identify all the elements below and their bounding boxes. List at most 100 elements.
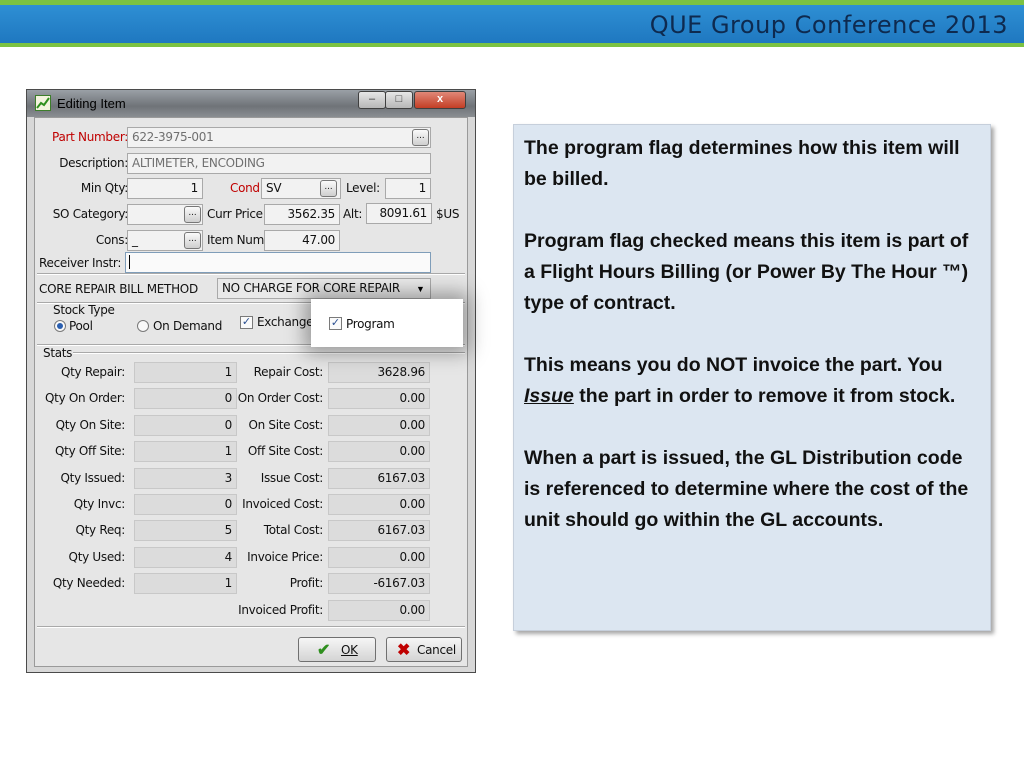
stat-value: 6167.03 <box>328 468 430 489</box>
curr-price-label: Curr Price: <box>207 207 267 221</box>
alt-price-field[interactable]: 8091.61 <box>366 203 432 224</box>
stat-value: 1 <box>134 362 237 383</box>
on-demand-radio[interactable] <box>137 320 149 332</box>
min-qty-field[interactable]: 1 <box>127 178 203 199</box>
stat-label: Qty On Site: <box>55 418 126 432</box>
checkmark-icon: ✔ <box>317 642 331 659</box>
part-number-field[interactable]: 622-3975-001 <box>127 127 431 148</box>
separator <box>37 273 465 275</box>
so-category-lookup-button[interactable]: ... <box>184 206 201 223</box>
level-label: Level: <box>346 181 380 195</box>
slide-header: QUE Group Conference 2013 <box>0 5 1024 47</box>
stat-label: Issue Cost: <box>260 471 324 485</box>
item-num-field[interactable]: 47.00 <box>264 230 340 251</box>
stat-label: Qty Req: <box>75 523 125 537</box>
note-paragraph: Program flag checked means this item is … <box>524 230 969 314</box>
stat-value: 0.00 <box>328 494 430 515</box>
core-repair-select[interactable]: NO CHARGE FOR CORE REPAIR <box>217 278 431 299</box>
stat-label: Invoice Price: <box>247 550 323 564</box>
currency-label: $US <box>436 207 460 221</box>
stat-value: 6167.03 <box>328 520 430 541</box>
receiver-instr-label: Receiver Instr: <box>39 256 122 270</box>
stat-label: Qty On Order: <box>45 391 125 405</box>
window-title: Editing Item <box>57 96 126 111</box>
stat-label: Invoiced Cost: <box>242 497 323 511</box>
stat-value: 0.00 <box>328 547 430 568</box>
cons-lookup-button[interactable]: ... <box>184 232 201 249</box>
item-num-label: Item Num: <box>207 233 268 247</box>
stock-type-label: Stock Type <box>53 303 115 317</box>
exchange-checkbox[interactable]: ✓ <box>240 316 253 329</box>
stat-value: -6167.03 <box>328 573 430 594</box>
maximize-button[interactable]: □ <box>385 91 413 109</box>
ok-button[interactable]: ✔ OK <box>298 637 376 662</box>
receiver-instr-field[interactable] <box>125 252 431 273</box>
program-callout: ✓ Program <box>311 299 463 347</box>
stat-label: Qty Invc: <box>73 497 126 511</box>
stat-label: Qty Used: <box>68 550 126 564</box>
stat-value: 0.00 <box>328 441 430 462</box>
stat-value: 1 <box>134 441 237 462</box>
stat-label: Invoiced Profit: <box>238 603 323 617</box>
cond-label: Cond: <box>230 181 264 195</box>
stat-label: Qty Needed: <box>52 576 125 590</box>
stat-value: 3628.96 <box>328 362 430 383</box>
window-titlebar[interactable]: Editing Item – □ x <box>27 90 475 117</box>
description-label: Description: <box>59 156 128 170</box>
cancel-button[interactable]: ✖ Cancel <box>386 637 462 662</box>
note-paragraph: This means you do NOT invoice the part. … <box>524 350 978 412</box>
stat-label: Qty Repair: <box>60 365 125 379</box>
core-repair-value: NO CHARGE FOR CORE REPAIR <box>222 281 400 295</box>
stat-label: Profit: <box>289 576 324 590</box>
text-cursor <box>129 255 130 269</box>
stat-value: 0 <box>134 415 237 436</box>
stat-value: 0 <box>134 494 237 515</box>
separator <box>37 626 465 628</box>
stat-value: 4 <box>134 547 237 568</box>
stats-label: Stats <box>43 346 73 360</box>
alt-label: Alt: <box>343 207 363 221</box>
editing-item-window: Editing Item – □ x Part Number: 622-3975… <box>26 89 476 673</box>
min-qty-label: Min Qty: <box>80 181 128 195</box>
x-icon: ✖ <box>397 642 411 659</box>
stat-value: 0.00 <box>328 600 430 621</box>
minimize-button[interactable]: – <box>358 91 386 109</box>
notes-panel: The program flag determines how this ite… <box>513 124 991 631</box>
exchange-label: Exchange <box>257 315 314 329</box>
part-number-lookup-button[interactable]: ... <box>412 129 429 146</box>
close-button[interactable]: x <box>414 91 466 109</box>
stat-label: Off Site Cost: <box>247 444 323 458</box>
issue-emphasis: Issue <box>524 385 574 407</box>
pool-radio-label: Pool <box>69 319 93 333</box>
so-category-label: SO Category: <box>52 207 129 221</box>
pool-radio[interactable] <box>54 320 66 332</box>
program-checkbox[interactable]: ✓ <box>329 317 342 330</box>
core-repair-label: CORE REPAIR BILL METHOD <box>39 282 198 296</box>
note-text: This means you do NOT invoice the part. … <box>524 354 943 376</box>
cons-label: Cons: <box>95 233 128 247</box>
stat-label: Repair Cost: <box>253 365 324 379</box>
curr-price-field[interactable]: 3562.35 <box>264 204 340 225</box>
stat-label: Total Cost: <box>263 523 324 537</box>
dialog-body: Part Number: 622-3975-001 ... Descriptio… <box>34 117 468 667</box>
note-paragraph: The program flag determines how this ite… <box>524 137 960 190</box>
stat-label: On Order Cost: <box>237 391 324 405</box>
stat-label: Qty Off Site: <box>55 444 125 458</box>
note-text: the part in order to remove it from stoc… <box>573 385 956 407</box>
on-demand-radio-label: On Demand <box>153 319 223 333</box>
stat-label: Qty Issued: <box>60 471 126 485</box>
note-paragraph: When a part is issued, the GL Distributi… <box>524 447 969 531</box>
level-field[interactable]: 1 <box>385 178 431 199</box>
separator <box>73 352 465 354</box>
program-label: Program <box>346 317 395 331</box>
chevron-down-icon[interactable]: ▼ <box>416 284 425 294</box>
stat-value: 0 <box>134 388 237 409</box>
cancel-button-label: Cancel <box>417 643 456 657</box>
stat-value: 5 <box>134 520 237 541</box>
chart-icon <box>35 95 51 111</box>
description-field[interactable]: ALTIMETER, ENCODING <box>127 153 431 174</box>
stat-value: 0.00 <box>328 415 430 436</box>
part-number-label: Part Number: <box>52 130 128 144</box>
cond-lookup-button[interactable]: ... <box>320 180 337 197</box>
stat-value: 0.00 <box>328 388 430 409</box>
